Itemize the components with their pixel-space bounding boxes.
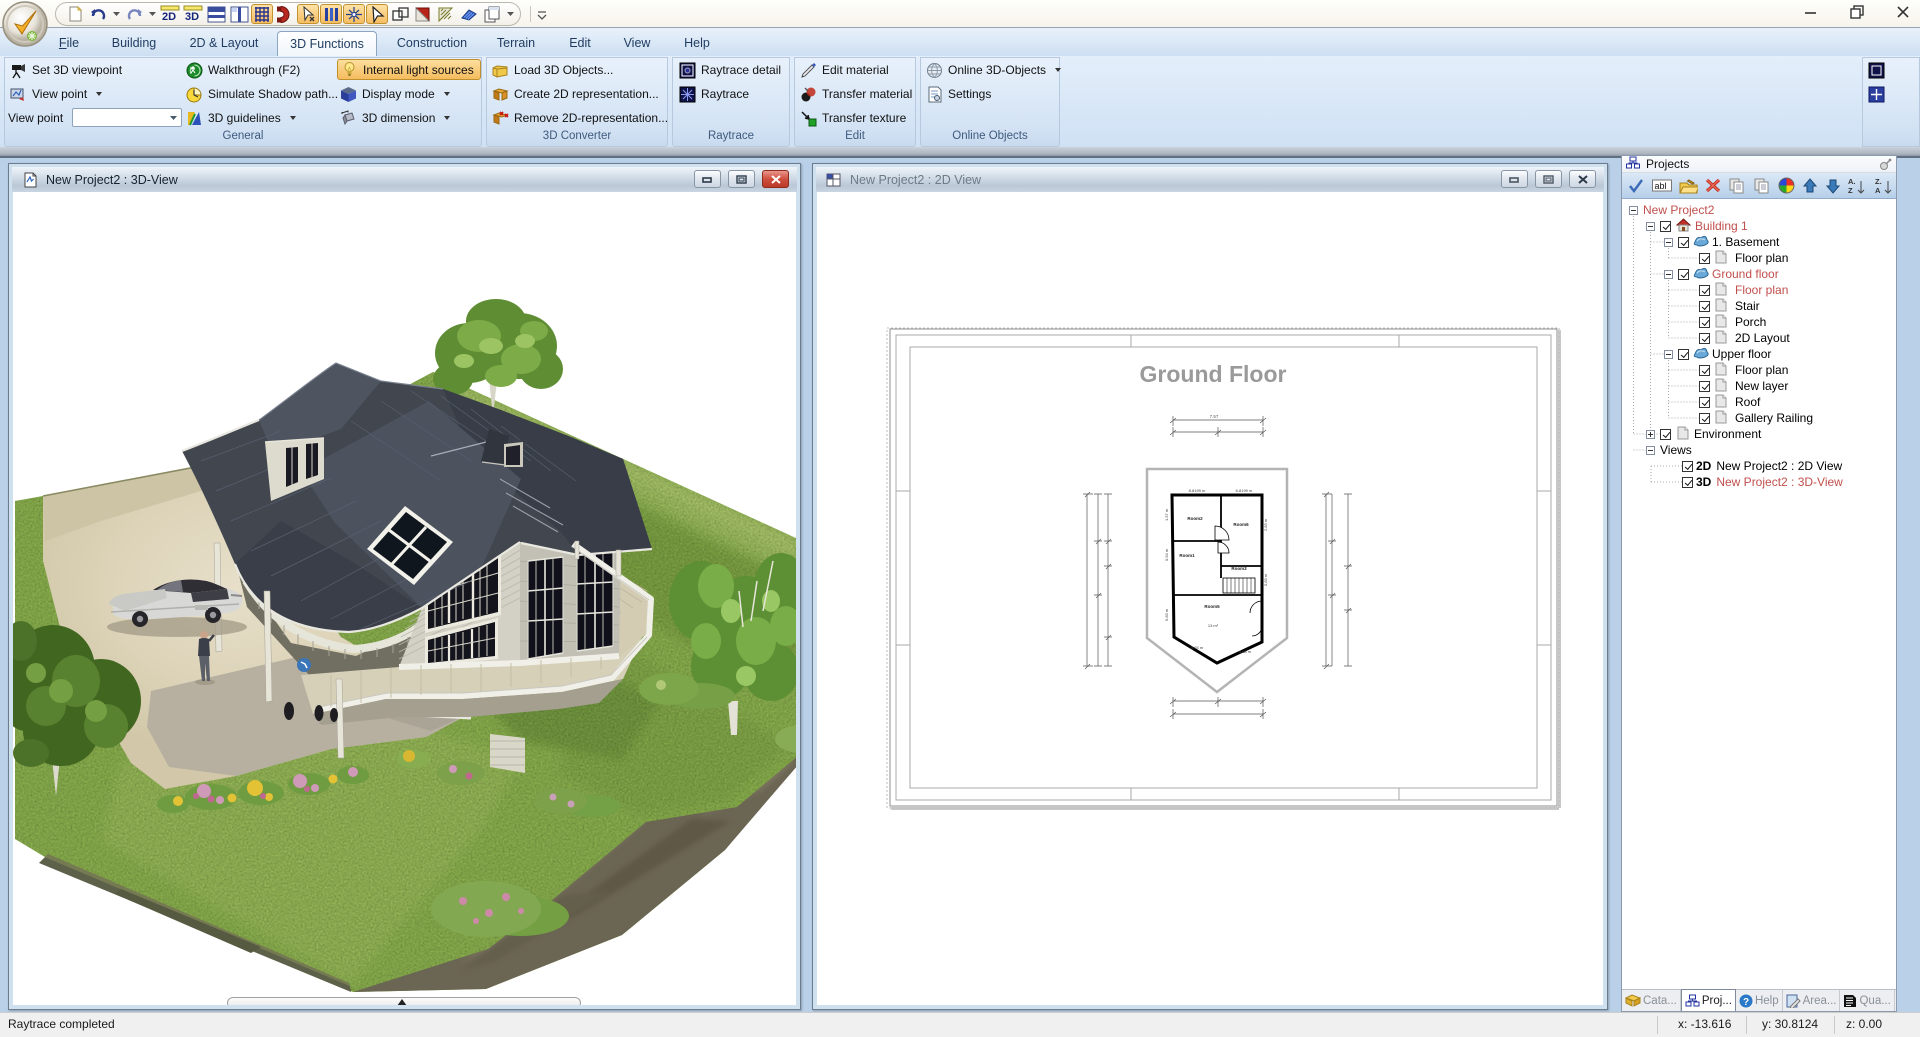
svg-text:Room5: Room5 (1204, 604, 1220, 609)
svg-text:?: ? (1743, 997, 1749, 1008)
svg-text:Room1: Room1 (1179, 553, 1195, 558)
svg-text:6.8199 m: 6.8199 m (1236, 488, 1253, 493)
svg-text:3D: 3D (185, 11, 199, 23)
svg-text:5.93 m: 5.93 m (1191, 645, 1204, 650)
svg-text:A.: A. (1848, 177, 1856, 186)
svg-text:Room2: Room2 (1187, 516, 1203, 521)
svg-text:7.57: 7.57 (1210, 414, 1219, 419)
svg-text:8.8199 m: 8.8199 m (1189, 488, 1206, 493)
svg-text:0.54 m: 0.54 m (1164, 548, 1169, 561)
svg-text:Z.: Z. (1875, 177, 1882, 186)
svg-text:6.83 m: 6.83 m (1164, 608, 1169, 621)
svg-text:2.83 m: 2.83 m (1263, 518, 1268, 531)
svg-text:2D: 2D (162, 11, 176, 23)
svg-text:0.83 m: 0.83 m (1263, 573, 1268, 586)
svg-text:Room6: Room6 (1233, 522, 1249, 527)
svg-text:13 m²: 13 m² (1208, 623, 1219, 628)
svg-text:1.57 m: 1.57 m (1164, 508, 1169, 521)
svg-text:Z: Z (1848, 186, 1853, 194)
svg-text:Ground Floor: Ground Floor (1140, 361, 1287, 387)
svg-text:A: A (1875, 186, 1881, 194)
svg-text:Room3: Room3 (1231, 566, 1247, 571)
svg-text:abl: abl (1655, 181, 1667, 191)
svg-text:4.08 m: 4.08 m (1239, 649, 1252, 654)
